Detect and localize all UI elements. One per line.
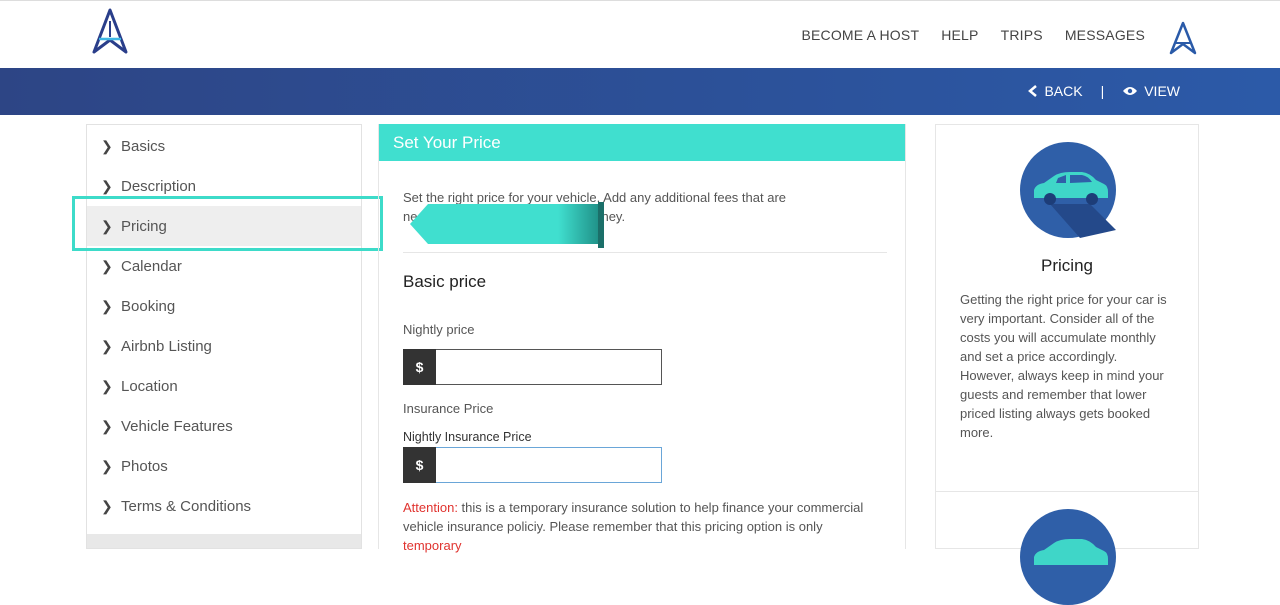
car-icon: [1020, 142, 1116, 238]
section-title: Basic price: [403, 272, 487, 291]
toolbar-separator: |: [1100, 83, 1105, 99]
sidebar-item-vehicle-features[interactable]: ❯ Vehicle Features: [87, 406, 361, 446]
view-button[interactable]: VIEW: [1122, 83, 1180, 99]
chevron-right-icon: ❯: [101, 137, 113, 154]
sidebar-item-label: Description: [121, 177, 197, 195]
attention-note: Attention: this is a temporary insurance…: [403, 498, 883, 555]
sidebar-item-label: Booking: [121, 297, 176, 315]
insurance-price-group: $: [403, 447, 662, 483]
car-icon: [1020, 509, 1116, 605]
nav-help[interactable]: HELP: [941, 27, 978, 43]
sidebar-footer: [87, 534, 361, 548]
nightly-price-input[interactable]: [436, 349, 662, 385]
page-title-text: Set Your Price: [393, 132, 501, 152]
panel-title: Pricing: [1041, 256, 1093, 275]
sidebar-item-label: Vehicle Features: [121, 417, 233, 435]
sidebar-item-calendar[interactable]: ❯ Calendar: [87, 246, 361, 286]
sidebar-item-label: Calendar: [121, 257, 182, 275]
redaction-mark: [410, 202, 604, 248]
active-item-highlight: [72, 196, 383, 251]
section-divider: [403, 252, 887, 253]
pricing-form: Set Your Price Set the right price for y…: [378, 124, 906, 553]
logo-icon[interactable]: [90, 7, 130, 55]
nav-become-host[interactable]: BECOME A HOST: [801, 27, 919, 43]
nightly-price-label: Nightly price: [403, 322, 475, 337]
sidebar-item-label: Photos: [121, 457, 168, 475]
chevron-right-icon: ❯: [101, 297, 113, 314]
view-label: VIEW: [1144, 83, 1180, 99]
nav-messages[interactable]: MESSAGES: [1065, 27, 1145, 43]
main-nav: BECOME A HOST HELP TRIPS MESSAGES: [801, 27, 1145, 43]
user-avatar-icon[interactable]: [1168, 21, 1198, 55]
chevron-right-icon: ❯: [101, 457, 113, 474]
listing-sidebar: ❯ Basics ❯ Description ❯ Pricing ❯ Calendar …: [86, 124, 362, 549]
sidebar-item-basics[interactable]: ❯ Basics: [87, 126, 361, 166]
nav-trips[interactable]: TRIPS: [1001, 27, 1043, 43]
back-label: BACK: [1044, 83, 1083, 99]
temporary-link[interactable]: temporary: [403, 538, 462, 553]
chevron-right-icon: ❯: [101, 337, 113, 354]
back-button[interactable]: BACK: [1028, 83, 1083, 99]
sidebar-item-terms-conditions[interactable]: ❯ Terms & Conditions: [87, 486, 361, 526]
nightly-insurance-label: Nightly Insurance Price: [403, 430, 532, 444]
sidebar-item-location[interactable]: ❯ Location: [87, 366, 361, 406]
sidebar-item-label: Location: [121, 377, 178, 395]
panel-description: Getting the right price for your car is …: [960, 292, 1167, 440]
sidebar-item-booking[interactable]: ❯ Booking: [87, 286, 361, 326]
chevron-right-icon: ❯: [101, 177, 113, 194]
currency-prefix: $: [403, 349, 436, 385]
sidebar-item-label: Terms & Conditions: [121, 497, 252, 515]
insurance-price-label: Insurance Price: [403, 401, 494, 416]
sidebar-item-airbnb-listing[interactable]: ❯ Airbnb Listing: [87, 326, 361, 366]
sidebar-item-label: Basics: [121, 137, 166, 155]
attention-label: Attention:: [403, 500, 458, 515]
insurance-price-input[interactable]: [436, 447, 662, 483]
chevron-right-icon: ❯: [101, 377, 113, 394]
info-panel: Pricing Getting the right price for your…: [935, 124, 1199, 605]
currency-prefix: $: [403, 447, 436, 483]
chevron-left-icon: [1028, 85, 1038, 97]
page-title: Set Your Price: [379, 124, 905, 161]
action-bar: BACK | VIEW: [0, 68, 1280, 115]
chevron-right-icon: ❯: [101, 497, 113, 514]
eye-icon: [1123, 87, 1138, 95]
sidebar-item-photos[interactable]: ❯ Photos: [87, 446, 361, 486]
sidebar-item-label: Airbnb Listing: [121, 337, 212, 355]
chevron-right-icon: ❯: [101, 417, 113, 434]
attention-text: this is a temporary insurance solution t…: [403, 500, 864, 534]
top-navbar: BECOME A HOST HELP TRIPS MESSAGES: [0, 0, 1280, 69]
nightly-price-group: $: [403, 349, 662, 385]
pricing-info-card: Pricing Getting the right price for your…: [936, 125, 1198, 492]
chevron-right-icon: ❯: [101, 257, 113, 274]
